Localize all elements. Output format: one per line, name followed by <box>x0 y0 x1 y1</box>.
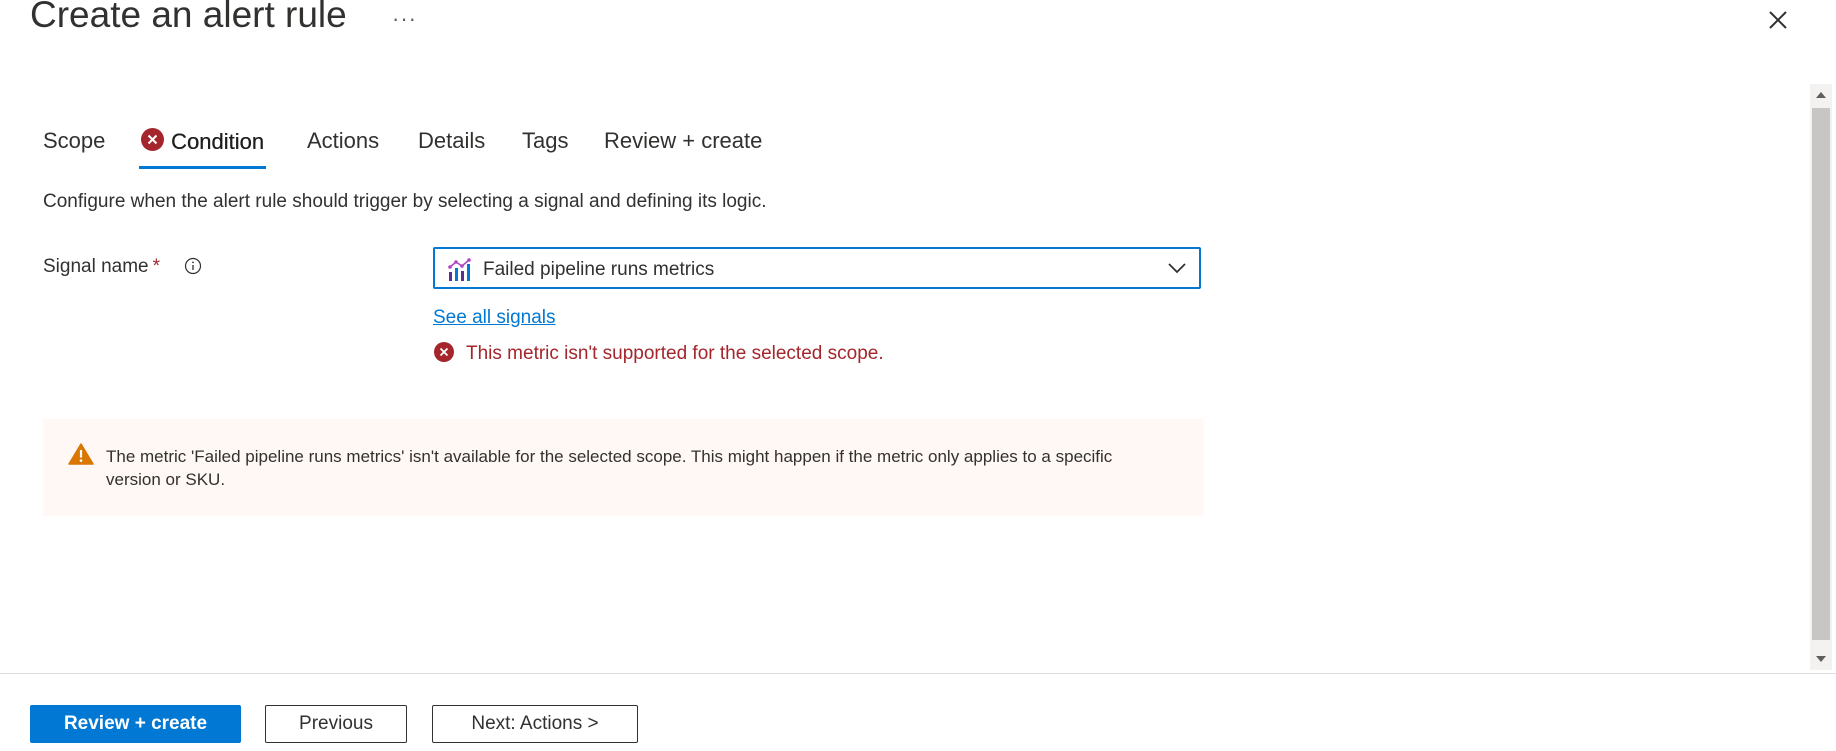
tab-label: Actions <box>307 128 380 153</box>
error-circle-icon <box>434 342 454 362</box>
signal-name-value: Failed pipeline runs metrics <box>483 259 715 280</box>
close-icon <box>1769 11 1787 29</box>
info-icon[interactable] <box>184 257 202 275</box>
previous-button[interactable]: Previous <box>265 705 407 743</box>
error-text: This metric isn't supported for the sele… <box>466 343 884 364</box>
error-circle-icon <box>141 128 164 151</box>
tab-label: Review + create <box>604 128 763 153</box>
tab-actions[interactable]: Actions <box>307 128 379 168</box>
signal-error-message: This metric isn't supported for the sele… <box>434 342 884 365</box>
tab-scope[interactable]: Scope <box>43 128 105 168</box>
close-button[interactable] <box>1765 7 1791 33</box>
chevron-down-icon <box>1168 263 1186 274</box>
warning-text: The metric 'Failed pipeline runs metrics… <box>106 447 1113 489</box>
next-actions-button[interactable]: Next: Actions > <box>432 705 638 743</box>
tab-review-create[interactable]: Review + create <box>604 128 762 168</box>
warning-triangle-icon <box>68 443 94 465</box>
more-options-button[interactable]: ··· <box>392 6 417 32</box>
tab-label: Condition <box>171 129 264 154</box>
tab-condition[interactable]: Condition <box>139 128 266 169</box>
scroll-up-icon[interactable] <box>1810 84 1832 106</box>
footer-divider <box>0 673 1836 674</box>
tab-tags[interactable]: Tags <box>522 128 568 168</box>
vertical-scrollbar[interactable] <box>1810 84 1832 670</box>
tab-label: Tags <box>522 128 569 153</box>
review-create-button[interactable]: Review + create <box>30 705 241 743</box>
scrollbar-thumb[interactable] <box>1812 108 1830 640</box>
tab-label: Scope <box>43 128 106 153</box>
signal-name-dropdown[interactable]: Failed pipeline runs metrics <box>433 247 1201 289</box>
see-all-signals-link[interactable]: See all signals <box>433 307 556 329</box>
required-mark: * <box>152 256 161 277</box>
signal-name-text: Signal name <box>43 256 149 277</box>
tab-label: Details <box>418 128 486 153</box>
condition-description: Configure when the alert rule should tri… <box>43 191 767 212</box>
scroll-down-icon[interactable] <box>1810 648 1832 670</box>
tab-details[interactable]: Details <box>418 128 485 168</box>
signal-name-label: Signal name * <box>43 256 160 278</box>
page-title: Create an alert rule <box>30 0 347 35</box>
metric-chart-icon <box>448 258 471 281</box>
warning-message-bar: The metric 'Failed pipeline runs metrics… <box>43 419 1204 516</box>
active-tab-indicator <box>139 166 266 169</box>
